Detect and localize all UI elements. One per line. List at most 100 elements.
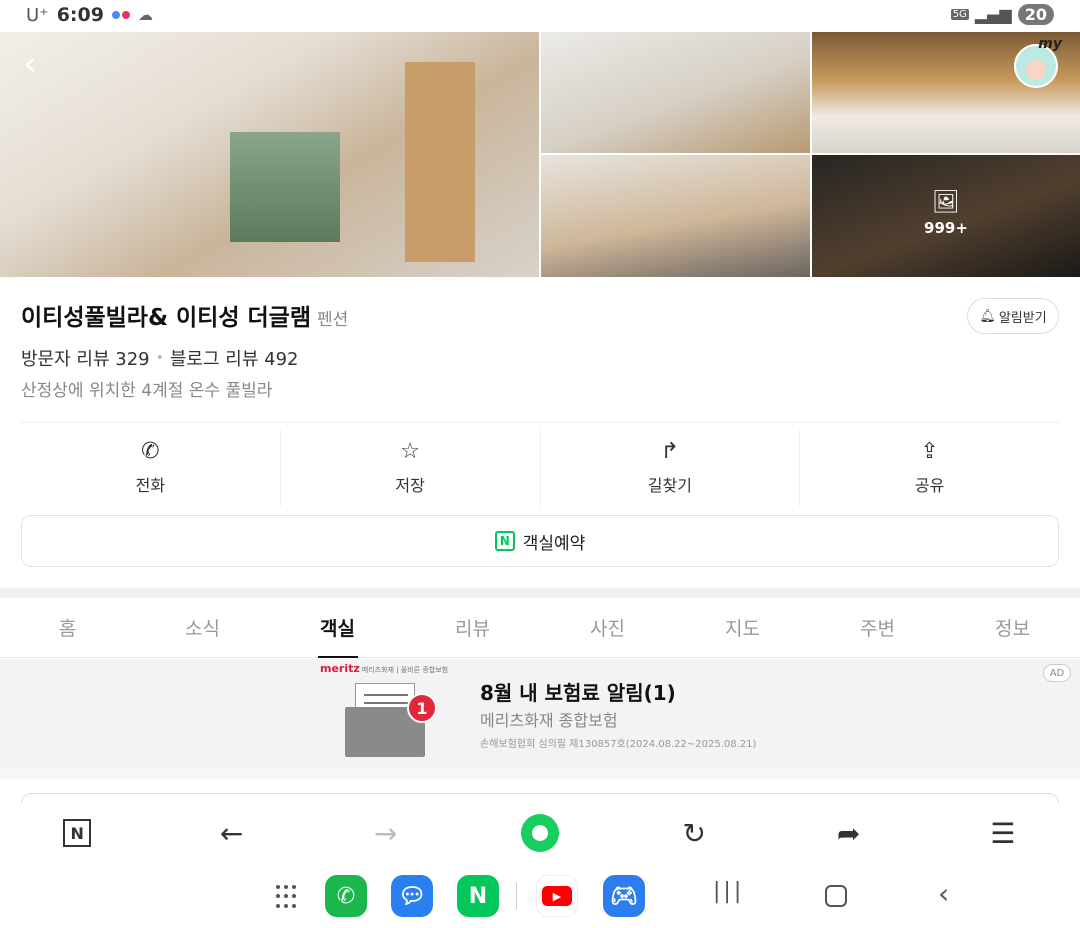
- carrier-label: U⁺: [26, 4, 49, 26]
- divider: [21, 422, 1059, 423]
- status-left: U⁺ 6:09 ☁: [26, 4, 153, 26]
- avatar-face-icon: [1026, 60, 1046, 80]
- call-label: 전화: [135, 476, 166, 495]
- tab-news[interactable]: 소식: [135, 598, 270, 657]
- phone-app-icon[interactable]: ✆: [325, 875, 367, 917]
- share-icon: ⇪: [920, 439, 939, 464]
- place-title-row: 이티성풀빌라& 이티성 더글램 펜션: [21, 298, 348, 332]
- ad-fine-print: 손해보험협회 심의필 제130857호(2024.08.22~2025.08.2…: [480, 739, 757, 750]
- blog-reviews-link[interactable]: 블로그 리뷰 492: [170, 345, 299, 371]
- dock-separator: [516, 883, 517, 909]
- directions-label: 길찾기: [647, 476, 692, 495]
- refresh-icon: ↻: [682, 816, 706, 850]
- green-dot-button[interactable]: [463, 803, 617, 863]
- envelope-icon: 1: [345, 683, 437, 757]
- main-photo[interactable]: [0, 32, 539, 277]
- reviews-row: 방문자 리뷰 329 • 블로그 리뷰 492: [21, 345, 298, 371]
- youtube-app-icon[interactable]: ▶: [536, 875, 578, 917]
- photo-count: 🖼 999+: [812, 190, 1080, 238]
- photo-count-label: 999+: [924, 219, 968, 237]
- tab-photos[interactable]: 사진: [540, 598, 675, 657]
- cloud-icon: ☁: [137, 6, 153, 24]
- shelf-shape: [405, 62, 475, 262]
- notification-dots-icon: [111, 11, 130, 19]
- ad-label[interactable]: AD: [1043, 664, 1071, 682]
- place-name: 이티성풀빌라& 이티성 더글램: [21, 305, 311, 331]
- share-label: 공유: [914, 476, 945, 495]
- directions-icon: ↱: [660, 439, 680, 464]
- ad-banner[interactable]: meritz 메리츠화재 | 올바른 종합보험 1 8월 내 보험료 알림(1) …: [0, 659, 1080, 767]
- ad-subtitle: 메리츠화재 종합보험: [480, 711, 618, 730]
- reserve-label: 객실예약: [522, 533, 586, 554]
- tab-home[interactable]: 홈: [0, 598, 135, 657]
- app-drawer-icon[interactable]: [276, 885, 300, 909]
- refresh-button[interactable]: ↻: [617, 803, 771, 863]
- my-label: my: [1038, 36, 1062, 52]
- tab-info[interactable]: 정보: [945, 598, 1080, 657]
- photo-gallery[interactable]: 🖼 999+ ‹ my: [0, 32, 1080, 277]
- reviews-separator: •: [155, 350, 164, 366]
- home-button[interactable]: [825, 885, 847, 907]
- game-app-icon[interactable]: 🎮︎: [603, 875, 645, 917]
- save-label: 저장: [395, 476, 425, 495]
- photo-thumb-1[interactable]: [541, 32, 810, 153]
- system-nav-bar: ✆ 💬︎ N ▶ 🎮︎ ||| ‹: [0, 863, 1080, 928]
- tab-rooms[interactable]: 객실: [270, 598, 405, 657]
- share-arrow-icon: ➦: [836, 816, 861, 850]
- status-right: 5G ▂▄▆ 20: [950, 4, 1054, 25]
- save-button[interactable]: ☆ 저장: [281, 430, 541, 506]
- room-reserve-button[interactable]: N 객실예약: [21, 515, 1059, 567]
- browser-forward-button[interactable]: →: [309, 803, 463, 863]
- clock: 6:09: [56, 4, 104, 26]
- browser-toolbar: N ← → ↻ ➦ ☰: [0, 803, 1080, 863]
- section-divider: [0, 588, 1080, 598]
- green-dot-icon: [520, 814, 559, 852]
- directions-button[interactable]: ↱ 길찾기: [541, 430, 801, 506]
- browser-back-button[interactable]: ←: [154, 803, 308, 863]
- status-bar: U⁺ 6:09 ☁ 5G ▂▄▆ 20: [0, 0, 1080, 32]
- browser-share-button[interactable]: ➦: [771, 803, 925, 863]
- naver-home-button[interactable]: N: [0, 803, 154, 863]
- arrow-right-icon: →: [373, 816, 398, 850]
- system-back-button[interactable]: ‹: [938, 877, 949, 910]
- photo-thumb-3[interactable]: [541, 155, 810, 277]
- action-bar: ✆ 전화 ☆ 저장 ↱ 길찾기 ⇪ 공유: [21, 430, 1059, 506]
- alarm-button[interactable]: 🔔︎ 알림받기: [967, 298, 1059, 334]
- section-divider-2: [0, 767, 1080, 779]
- photo-thumb-more[interactable]: 🖼 999+: [812, 155, 1080, 277]
- tab-bar: 홈 소식 객실 리뷰 사진 지도 주변 정보: [0, 598, 1080, 658]
- window-shape: [230, 132, 340, 242]
- alarm-label: 알림받기: [998, 310, 1047, 326]
- arrow-left-icon: ←: [219, 816, 244, 850]
- star-icon: ☆: [400, 439, 420, 464]
- talk-app-icon[interactable]: 💬︎: [391, 875, 433, 917]
- ad-title: 8월 내 보험료 알림(1): [480, 681, 676, 705]
- share-button[interactable]: ⇪ 공유: [800, 430, 1059, 506]
- visitor-reviews-link[interactable]: 방문자 리뷰 329: [21, 345, 150, 371]
- battery-level: 20: [1017, 4, 1054, 25]
- notification-badge: 1: [407, 693, 437, 723]
- tab-reviews[interactable]: 리뷰: [405, 598, 540, 657]
- place-description: 산정상에 위치한 4계절 온수 풀빌라: [21, 381, 273, 401]
- naver-n-icon: N: [63, 819, 92, 847]
- ad-brand: meritz 메리츠화재 | 올바른 종합보험: [320, 662, 448, 675]
- phone-icon: ✆: [141, 439, 160, 464]
- call-button[interactable]: ✆ 전화: [21, 430, 281, 506]
- naver-app-icon[interactable]: N: [457, 875, 499, 917]
- recent-apps-button[interactable]: |||: [713, 879, 744, 904]
- hamburger-icon: ☰: [990, 816, 1016, 850]
- image-icon: 🖼: [932, 190, 960, 215]
- menu-button[interactable]: ☰: [926, 803, 1080, 863]
- signal-icon: ▂▄▆: [974, 5, 1012, 24]
- tab-nearby[interactable]: 주변: [810, 598, 945, 657]
- red-dot-icon: [121, 11, 130, 19]
- naver-calendar-icon: N: [494, 531, 515, 551]
- chevron-left-icon: ‹: [23, 44, 37, 84]
- bell-icon: 🔔︎: [979, 308, 996, 324]
- network-label: 5G: [950, 9, 969, 20]
- tab-map[interactable]: 지도: [675, 598, 810, 657]
- back-button[interactable]: ‹: [12, 47, 48, 84]
- ad-brand-name: meritz: [320, 662, 360, 675]
- place-category: 펜션: [317, 310, 349, 330]
- ad-brand-sub: 메리츠화재 | 올바른 종합보험: [361, 666, 449, 674]
